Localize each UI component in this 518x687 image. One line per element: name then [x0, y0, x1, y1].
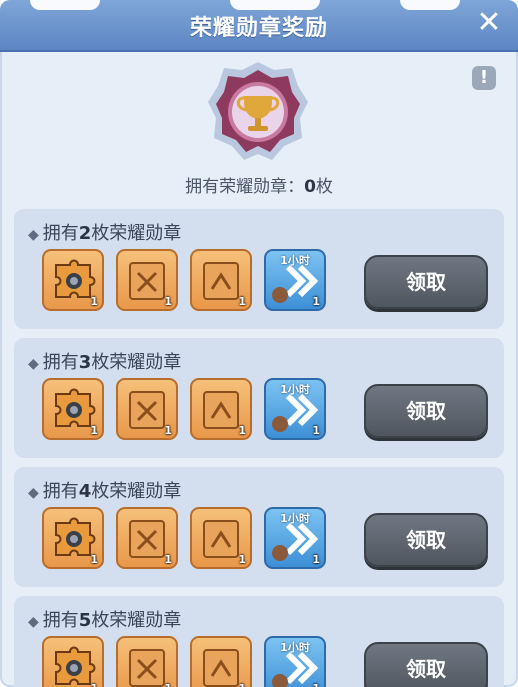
duration-tag: 1小时	[280, 512, 310, 525]
puzzle-piece-icon[interactable]: 1	[42, 249, 104, 311]
tier-card: ◆ 拥有2枚荣耀勋章 1 1 1 1小时 1 领取	[14, 209, 504, 329]
diamond-bullet-icon: ◆	[28, 227, 39, 243]
reward-qty: 1	[90, 295, 98, 308]
window-title: 荣耀勋章奖励	[189, 16, 328, 41]
owned-count: 0	[304, 177, 316, 197]
claim-button[interactable]: 领取	[364, 255, 488, 309]
claim-button[interactable]: 领取	[364, 642, 488, 687]
arrow-book-icon[interactable]: 1	[190, 249, 252, 311]
reward-qty: 1	[164, 424, 172, 437]
reward-qty: 1	[90, 682, 98, 687]
reward-qty: 1	[238, 553, 246, 566]
reward-qty: 1	[312, 295, 320, 308]
tier-suffix: 枚荣耀勋章	[91, 223, 182, 244]
speedup-icon[interactable]: 1小时 1	[264, 507, 326, 569]
reward-qty: 1	[238, 424, 246, 437]
title-bar: 荣耀勋章奖励 ✕	[0, 0, 518, 52]
crossed-book-icon[interactable]: 1	[116, 507, 178, 569]
reward-panel: 荣耀勋章奖励 ✕ ! 拥有荣耀勋章：0枚 ◆ 拥有2枚荣耀勋章 1 1 1 1小…	[0, 0, 518, 687]
tier-prefix: 拥有	[42, 223, 79, 244]
tier-title: ◆ 拥有2枚荣耀勋章	[28, 219, 181, 245]
reward-qty: 1	[90, 553, 98, 566]
exclamation-icon[interactable]: !	[472, 66, 496, 90]
tier-count: 4	[78, 481, 92, 502]
reward-qty: 1	[312, 682, 320, 687]
speedup-icon[interactable]: 1小时 1	[264, 249, 326, 311]
claim-button[interactable]: 领取	[364, 384, 488, 438]
reward-qty: 1	[312, 424, 320, 437]
tier-title: ◆ 拥有5枚荣耀勋章	[28, 606, 181, 632]
owned-medals-text: 拥有荣耀勋章：0枚	[0, 172, 518, 197]
duration-tag: 1小时	[280, 254, 310, 267]
reward-qty: 1	[238, 295, 246, 308]
diamond-bullet-icon: ◆	[28, 485, 39, 501]
tier-suffix: 枚荣耀勋章	[91, 481, 182, 502]
snow-decoration	[230, 0, 320, 10]
diamond-bullet-icon: ◆	[28, 614, 39, 630]
tier-title: ◆ 拥有3枚荣耀勋章	[28, 348, 181, 374]
puzzle-piece-icon[interactable]: 1	[42, 378, 104, 440]
tier-suffix: 枚荣耀勋章	[91, 352, 182, 373]
tier-prefix: 拥有	[42, 610, 79, 631]
tier-card: ◆ 拥有3枚荣耀勋章 1 1 1 1小时 1 领取	[14, 338, 504, 458]
tier-suffix: 枚荣耀勋章	[91, 610, 182, 631]
puzzle-piece-icon[interactable]: 1	[42, 636, 104, 687]
owned-unit: 枚	[315, 177, 333, 197]
speedup-icon[interactable]: 1小时 1	[264, 378, 326, 440]
tier-card: ◆ 拥有4枚荣耀勋章 1 1 1 1小时 1 领取	[14, 467, 504, 587]
tier-prefix: 拥有	[42, 352, 79, 373]
reward-qty: 1	[164, 553, 172, 566]
reward-qty: 1	[238, 682, 246, 687]
owned-label: 拥有荣耀勋章：	[185, 177, 305, 197]
claim-button[interactable]: 领取	[364, 513, 488, 567]
puzzle-piece-icon[interactable]: 1	[42, 507, 104, 569]
tier-prefix: 拥有	[42, 481, 79, 502]
arrow-book-icon[interactable]: 1	[190, 507, 252, 569]
arrow-book-icon[interactable]: 1	[190, 378, 252, 440]
duration-tag: 1小时	[280, 383, 310, 396]
crossed-book-icon[interactable]: 1	[116, 636, 178, 687]
reward-qty: 1	[312, 553, 320, 566]
honor-medal-icon	[208, 62, 308, 160]
tier-count: 2	[78, 223, 92, 244]
tier-count: 3	[78, 352, 92, 373]
speedup-icon[interactable]: 1小时 1	[264, 636, 326, 687]
close-icon[interactable]: ✕	[474, 8, 504, 38]
crossed-book-icon[interactable]: 1	[116, 249, 178, 311]
tier-card: ◆拥有5枚荣耀勋章 1 1 1 1小时 1 领取	[14, 596, 504, 687]
snow-decoration	[400, 0, 460, 10]
tier-count: 5	[78, 610, 92, 631]
reward-qty: 1	[164, 295, 172, 308]
tier-list[interactable]: ◆ 拥有2枚荣耀勋章 1 1 1 1小时 1 领取 ◆ 拥有3枚荣耀勋章 1 1…	[0, 205, 518, 687]
crossed-book-icon[interactable]: 1	[116, 378, 178, 440]
snow-decoration	[30, 0, 100, 10]
duration-tag: 1小时	[280, 641, 310, 654]
tier-title: ◆ 拥有4枚荣耀勋章	[28, 477, 181, 503]
reward-qty: 1	[90, 424, 98, 437]
diamond-bullet-icon: ◆	[28, 356, 39, 372]
reward-qty: 1	[164, 682, 172, 687]
arrow-book-icon[interactable]: 1	[190, 636, 252, 687]
